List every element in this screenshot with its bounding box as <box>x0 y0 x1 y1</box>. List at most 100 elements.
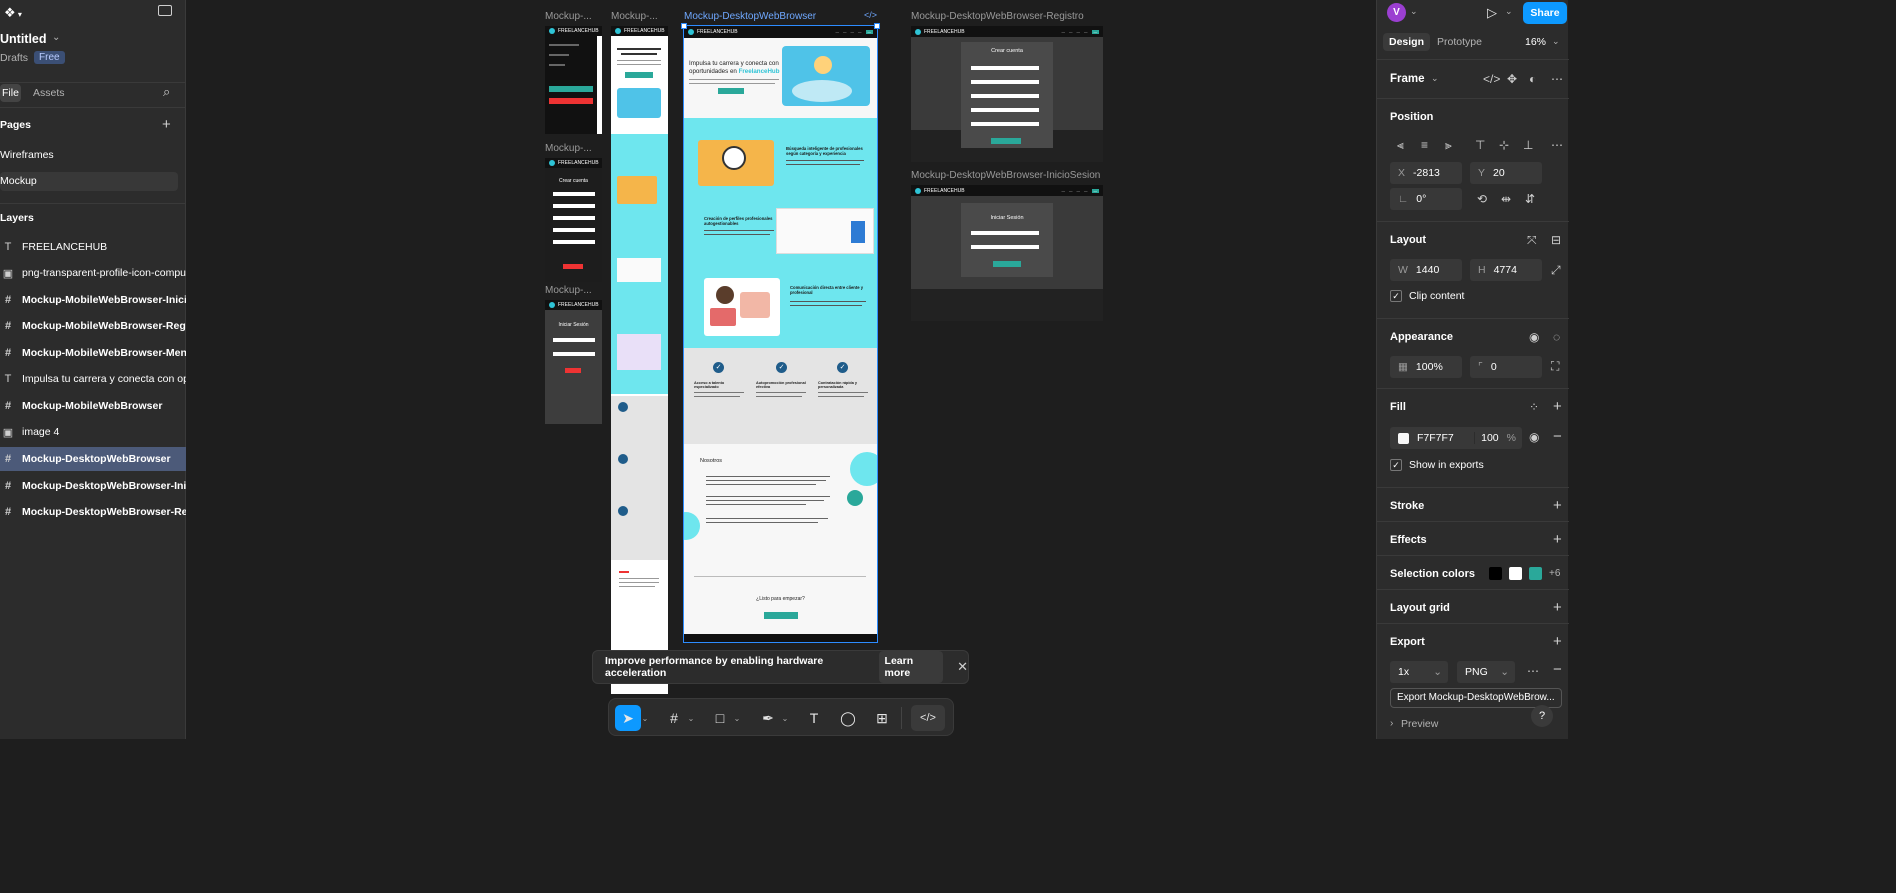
fill-color-input[interactable]: F7F7F7 100 % <box>1390 427 1522 449</box>
more-icon[interactable]: ⋯ <box>1551 138 1563 152</box>
code-icon[interactable]: </> <box>864 10 877 20</box>
remove-export-icon[interactable]: − <box>1553 661 1562 678</box>
chevron-down-icon[interactable]: ⌄ <box>1431 73 1439 84</box>
frame-mobile[interactable]: FREELANCEHUB <box>611 26 668 694</box>
actions-tool-icon[interactable]: ⊞ <box>869 705 895 731</box>
opacity-input[interactable]: ▦ 100% <box>1390 356 1462 378</box>
tab-prototype[interactable]: Prototype <box>1437 36 1482 48</box>
align-bottom-icon[interactable]: ⊥ <box>1523 138 1533 152</box>
layer-item[interactable]: #Mockup-DesktopWebBrowser-Regist <box>0 500 186 524</box>
add-export-icon[interactable]: + <box>1553 633 1562 650</box>
tab-file[interactable]: File <box>0 84 21 102</box>
dev-mode-icon[interactable]: </> <box>911 705 945 731</box>
layer-item[interactable]: ▣ png-transparent-profile-icon-compute <box>0 261 186 285</box>
export-scale-select[interactable]: 1x ⌄ <box>1390 661 1448 683</box>
contrast-icon[interactable]: ◐ <box>1529 72 1536 86</box>
zoom-level[interactable]: 16% <box>1525 36 1546 48</box>
page-item-mockup[interactable]: Mockup <box>0 172 178 191</box>
add-effect-icon[interactable]: + <box>1553 531 1562 548</box>
chevron-down-icon[interactable]: ⌄ <box>1552 36 1560 47</box>
chevron-down-icon[interactable]: ⌄ <box>1505 6 1513 17</box>
align-right-icon[interactable]: ⫸ <box>1445 138 1452 153</box>
more-icon[interactable]: ⋯ <box>1527 664 1539 678</box>
close-icon[interactable]: ✕ <box>957 659 968 675</box>
chevron-right-icon[interactable]: › <box>1390 718 1393 729</box>
layer-item[interactable]: T Impulsa tu carrera y conecta con opor <box>0 367 186 391</box>
export-format-select[interactable]: PNG ⌄ <box>1457 661 1515 683</box>
frame-desktop-registro[interactable]: FREELANCEHUB — — — — — Crear cuenta <box>911 26 1103 162</box>
layer-item-selected[interactable]: # Mockup-DesktopWebBrowser <box>0 447 186 471</box>
selection-color-swatch[interactable] <box>1489 567 1502 580</box>
frame-mobile-inicio[interactable]: FREELANCEHUB Iniciar Sesión <box>545 300 602 424</box>
frame-label-mobile-registro[interactable]: Mockup-... <box>545 143 592 154</box>
align-left-icon[interactable]: ⫷ <box>1397 138 1404 153</box>
chevron-down-icon[interactable]: ⌄ <box>731 705 743 731</box>
flip-vertical-icon[interactable]: ⇵ <box>1525 192 1535 206</box>
learn-more-button[interactable]: Learn more <box>878 651 944 683</box>
selection-color-swatch[interactable] <box>1509 567 1522 580</box>
add-layout-grid-icon[interactable]: + <box>1553 599 1562 616</box>
add-stroke-icon[interactable]: + <box>1553 497 1562 514</box>
component-icon[interactable]: ✥ <box>1507 72 1517 86</box>
drafts-location[interactable]: Drafts <box>0 52 28 64</box>
resize-icon[interactable]: ⤢ <box>1551 263 1561 278</box>
align-middle-icon[interactable]: ⊹ <box>1499 138 1509 152</box>
share-button[interactable]: Share <box>1523 2 1567 24</box>
fill-swatch[interactable] <box>1398 432 1409 444</box>
layer-item[interactable]: # Mockup-MobileWebBrowser <box>0 394 186 418</box>
add-page-icon[interactable]: + <box>162 116 171 133</box>
preview-toggle[interactable]: Preview <box>1401 718 1438 730</box>
tab-assets[interactable]: Assets <box>33 87 65 99</box>
align-center-icon[interactable]: ≡ <box>1421 138 1428 152</box>
layer-item[interactable]: ▣ image 4 <box>0 420 186 444</box>
code-icon[interactable]: </> <box>1483 72 1500 86</box>
frame-label-mobile[interactable]: Mockup-... <box>611 11 658 22</box>
width-input[interactable]: W 1440 <box>1390 259 1462 281</box>
chevron-down-icon[interactable]: ⌄ <box>639 705 651 731</box>
comment-tool-icon[interactable]: ◯ <box>835 705 861 731</box>
selection-color-swatch[interactable] <box>1529 567 1542 580</box>
chevron-down-icon[interactable]: ⌄ <box>1410 6 1418 17</box>
figma-menu-icon[interactable]: ❖ ▾ <box>4 5 22 21</box>
x-position-input[interactable]: X -2813 <box>1390 162 1462 184</box>
rotate-icon[interactable]: ⟲ <box>1477 192 1487 206</box>
export-button[interactable]: Export Mockup-DesktopWebBrow... <box>1390 688 1562 708</box>
show-in-exports-checkbox[interactable]: ✓ <box>1390 459 1402 471</box>
corner-radius-input[interactable]: ⌜ 0 <box>1470 356 1542 378</box>
add-fill-icon[interactable]: + <box>1553 398 1562 415</box>
page-item-wireframes[interactable]: Wireframes <box>0 149 54 161</box>
remove-fill-icon[interactable]: − <box>1553 428 1562 445</box>
height-input[interactable]: H 4774 <box>1470 259 1542 281</box>
frame-mobile-menu[interactable]: FREELANCEHUB <box>545 26 602 134</box>
frame-type-label[interactable]: Frame <box>1390 73 1425 85</box>
frame-desktop-selected[interactable]: FREELANCEHUB — — — — — Impulsa tu carrera y … <box>683 25 878 643</box>
blend-mode-icon[interactable]: ◌ <box>1553 330 1560 344</box>
frame-label-mobile-inicio[interactable]: Mockup-... <box>545 285 592 296</box>
align-top-icon[interactable]: ⊤ <box>1475 138 1485 152</box>
individual-corners-icon[interactable]: ⛶ <box>1551 359 1559 374</box>
chevron-down-icon[interactable]: ⌄ <box>779 705 791 731</box>
text-tool-icon[interactable]: T <box>801 705 827 731</box>
resize-handle[interactable] <box>681 23 687 29</box>
layer-item[interactable]: #Mockup-DesktopWebBrowser-InicioS <box>0 474 186 498</box>
more-icon[interactable]: ⋯ <box>1551 72 1563 86</box>
frame-label-mobile-menu[interactable]: Mockup-... <box>545 11 592 22</box>
toggle-sidebar-icon[interactable] <box>158 5 172 16</box>
help-icon[interactable]: ? <box>1531 705 1553 727</box>
frame-mobile-registro[interactable]: FREELANCEHUB Crear cuenta <box>545 158 602 282</box>
layer-item[interactable]: T FREELANCEHUB <box>0 235 186 259</box>
eye-icon[interactable]: ◉ <box>1529 330 1539 344</box>
chevron-down-icon[interactable]: ⌄ <box>685 705 697 731</box>
resize-handle[interactable] <box>874 23 880 29</box>
move-tool-icon[interactable]: ➤ <box>615 705 641 731</box>
styles-grid-icon[interactable]: ⁘ <box>1529 400 1539 414</box>
frame-desktop-inicio[interactable]: FREELANCEHUB — — — — — Iniciar Sesión <box>911 185 1103 321</box>
avatar[interactable]: V <box>1387 3 1406 22</box>
rectangle-tool-icon[interactable]: □ <box>707 705 733 731</box>
present-icon[interactable]: ▷ <box>1487 5 1497 21</box>
frame-label-desktop-registro[interactable]: Mockup-DesktopWebBrowser-Registro <box>911 11 1084 22</box>
pen-tool-icon[interactable]: ✒ <box>755 705 781 731</box>
frame-label-desktop[interactable]: Mockup-DesktopWebBrowser <box>684 11 816 22</box>
chevron-down-icon[interactable]: ⌄ <box>52 32 60 43</box>
eye-icon[interactable]: ◉ <box>1529 430 1539 444</box>
